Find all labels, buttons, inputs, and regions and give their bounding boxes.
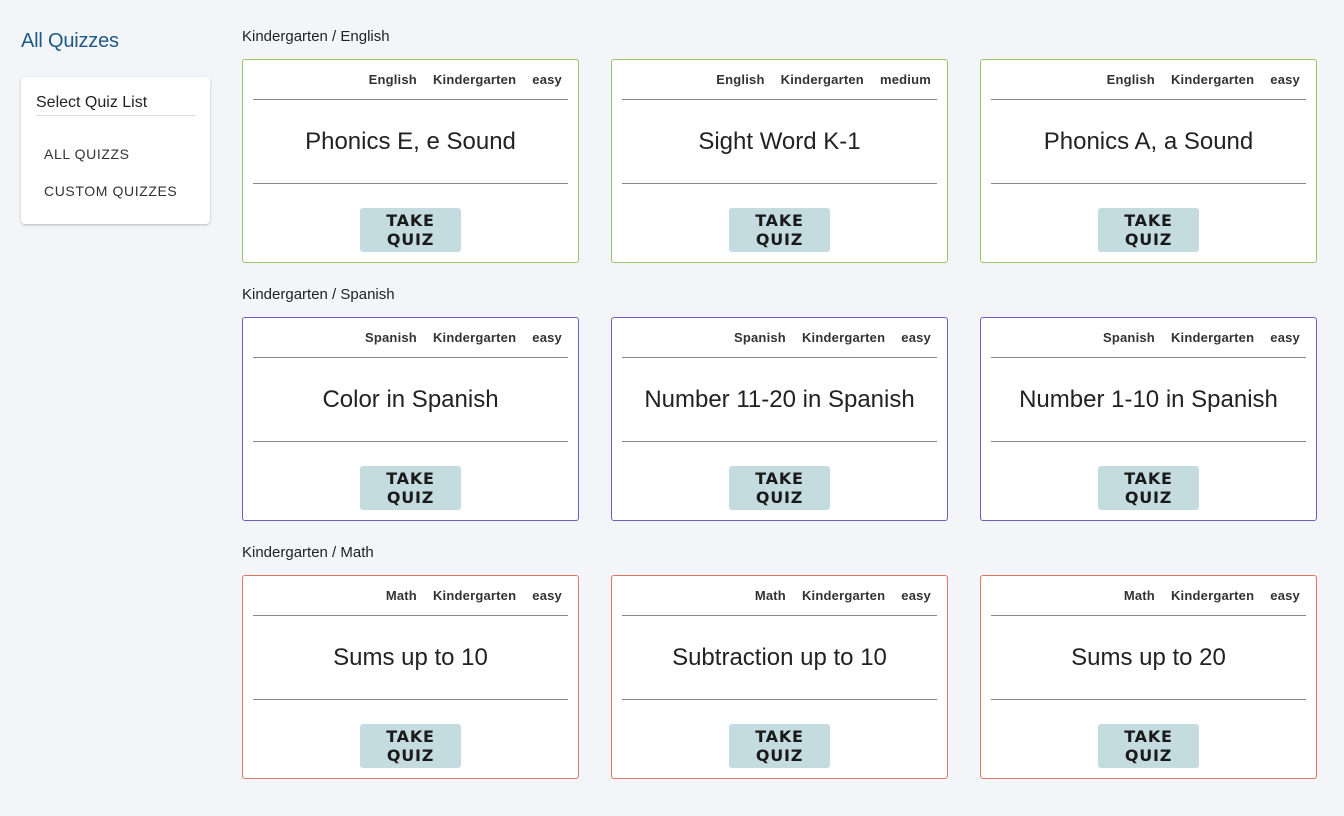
take-quiz-button[interactable]: TAKE QUIZ — [729, 724, 830, 768]
divider — [622, 183, 937, 184]
take-quiz-button[interactable]: TAKE QUIZ — [1098, 466, 1199, 510]
all-quizzes-link[interactable]: ALL QUIZZS — [44, 146, 130, 162]
subject-tag: English — [716, 72, 765, 87]
subject-tag: Spanish — [364, 330, 417, 345]
quiz-list-heading: Select Quiz List — [36, 94, 195, 116]
quiz-list-selector: Select Quiz List ALL QUIZZS CUSTOM QUIZZ… — [21, 77, 210, 224]
divider — [253, 357, 568, 358]
grade-tag: Kindergarten — [1170, 588, 1255, 603]
divider — [253, 441, 568, 442]
level-tag: easy — [901, 330, 931, 345]
level-tag: easy — [1270, 330, 1300, 345]
quiz-title: Sums up to 10 — [333, 644, 488, 671]
quiz-tags: Math Kindergarten easy — [1124, 588, 1300, 603]
subject-tag: Spanish — [733, 330, 786, 345]
divider — [622, 357, 937, 358]
level-tag: easy — [532, 588, 562, 603]
quiz-tags: Math Kindergarten easy — [755, 588, 931, 603]
quiz-card: Math Kindergarten easy Subtraction up to… — [611, 575, 948, 779]
group-title-english: Kindergarten / English — [242, 28, 390, 45]
level-tag: medium — [879, 72, 931, 87]
level-tag: easy — [532, 72, 562, 87]
quiz-tags: English Kindergarten easy — [369, 72, 562, 87]
grade-tag: Kindergarten — [432, 72, 517, 87]
quiz-title: Phonics A, a Sound — [1043, 128, 1254, 155]
divider — [622, 441, 937, 442]
quiz-tags: Math Kindergarten easy — [386, 588, 562, 603]
quiz-card: Spanish Kindergarten easy Number 11-20 i… — [611, 317, 948, 521]
subject-tag: Math — [754, 588, 786, 603]
quiz-card: English Kindergarten easy Phonics A, a S… — [980, 59, 1317, 263]
level-tag: easy — [1270, 72, 1300, 87]
divider — [991, 441, 1306, 442]
group-title-math: Kindergarten / Math — [242, 544, 374, 561]
grade-tag: Kindergarten — [1170, 72, 1255, 87]
quiz-title: Number 1-10 in Spanish — [1019, 386, 1278, 413]
quiz-card: English Kindergarten easy Phonics E, e S… — [242, 59, 579, 263]
quiz-title: Phonics E, e Sound — [305, 128, 516, 155]
subject-tag: Math — [1123, 588, 1155, 603]
level-tag: easy — [532, 330, 562, 345]
grade-tag: Kindergarten — [780, 72, 864, 87]
quiz-title: Sight Word K-1 — [698, 128, 861, 155]
subject-tag: English — [368, 72, 417, 87]
quiz-tags: Spanish Kindergarten easy — [734, 330, 931, 345]
take-quiz-button[interactable]: TAKE QUIZ — [360, 466, 461, 510]
divider — [253, 699, 568, 700]
quiz-title: Subtraction up to 10 — [672, 644, 887, 671]
take-quiz-button[interactable]: TAKE QUIZ — [729, 208, 830, 252]
divider — [253, 99, 568, 100]
quiz-title: Sums up to 20 — [1071, 644, 1226, 671]
grade-tag: Kindergarten — [1170, 330, 1255, 345]
divider — [991, 357, 1306, 358]
quiz-title: Number 11-20 in Spanish — [644, 386, 915, 413]
quiz-title: Color in Spanish — [322, 386, 499, 413]
subject-tag: Math — [385, 588, 417, 603]
page-title: All Quizzes — [21, 30, 119, 52]
quiz-card: Spanish Kindergarten easy Number 1-10 in… — [980, 317, 1317, 521]
divider — [622, 99, 937, 100]
quiz-tags: English Kindergarten medium — [716, 72, 931, 87]
grade-tag: Kindergarten — [432, 588, 517, 603]
quiz-card: Spanish Kindergarten easy Color in Spani… — [242, 317, 579, 521]
grade-tag: Kindergarten — [801, 330, 886, 345]
take-quiz-button[interactable]: TAKE QUIZ — [1098, 208, 1199, 252]
divider — [622, 699, 937, 700]
divider — [253, 183, 568, 184]
divider — [991, 183, 1306, 184]
take-quiz-button[interactable]: TAKE QUIZ — [360, 208, 461, 252]
group-title-spanish: Kindergarten / Spanish — [242, 286, 395, 303]
quiz-card: English Kindergarten medium Sight Word K… — [611, 59, 948, 263]
take-quiz-button[interactable]: TAKE QUIZ — [1098, 724, 1199, 768]
take-quiz-button[interactable]: TAKE QUIZ — [729, 466, 830, 510]
custom-quizzes-link[interactable]: CUSTOM QUIZZES — [44, 183, 177, 199]
take-quiz-button[interactable]: TAKE QUIZ — [360, 724, 461, 768]
quiz-tags: Spanish Kindergarten easy — [1103, 330, 1300, 345]
divider — [253, 615, 568, 616]
quiz-card: Math Kindergarten easy Sums up to 20 TAK… — [980, 575, 1317, 779]
divider — [991, 699, 1306, 700]
divider — [991, 99, 1306, 100]
quiz-tags: English Kindergarten easy — [1107, 72, 1300, 87]
quiz-tags: Spanish Kindergarten easy — [365, 330, 562, 345]
divider — [622, 615, 937, 616]
subject-tag: English — [1106, 72, 1155, 87]
level-tag: easy — [1270, 588, 1300, 603]
divider — [991, 615, 1306, 616]
quiz-card: Math Kindergarten easy Sums up to 10 TAK… — [242, 575, 579, 779]
level-tag: easy — [901, 588, 931, 603]
grade-tag: Kindergarten — [801, 588, 886, 603]
grade-tag: Kindergarten — [432, 330, 517, 345]
subject-tag: Spanish — [1102, 330, 1155, 345]
